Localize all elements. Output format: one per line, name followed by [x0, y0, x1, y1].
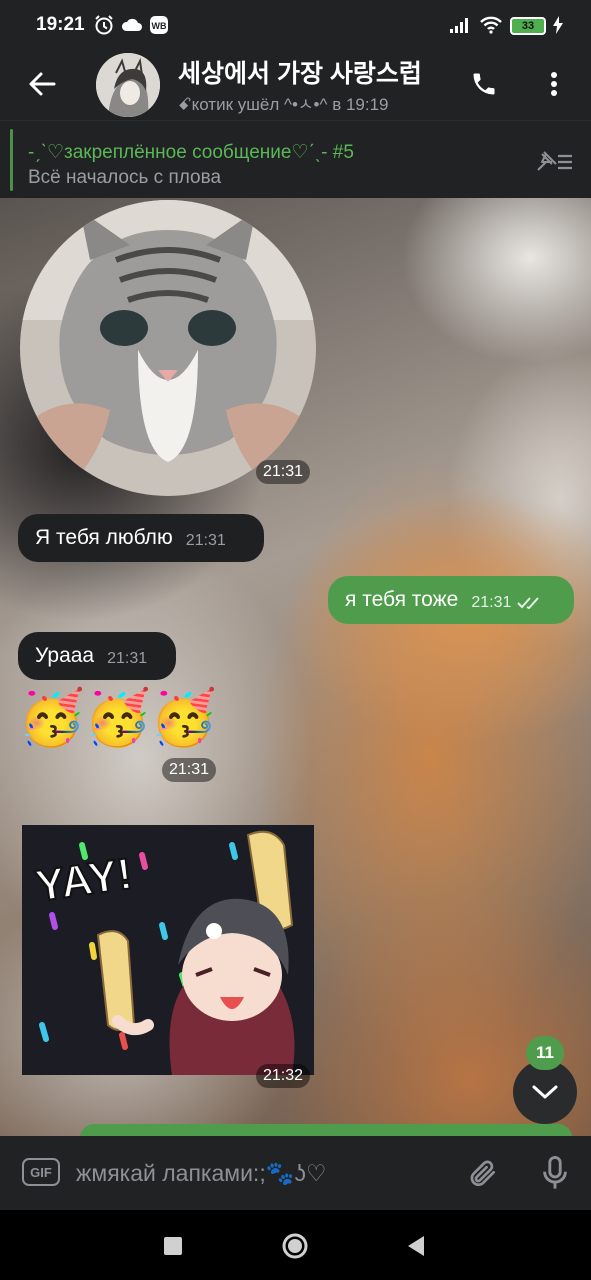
more-vertical-icon — [551, 72, 557, 96]
recents-button[interactable] — [155, 1228, 191, 1264]
signal-icon — [448, 14, 472, 36]
message-text: я тебя тоже — [345, 588, 459, 611]
system-navigation-bar — [0, 1210, 591, 1280]
chat-status: ꗃкотик ушёл ^•ㅅ•^ в 19:19 — [178, 95, 389, 114]
wifi-icon — [478, 14, 504, 36]
phone-icon — [473, 73, 495, 95]
wb-icon: WB — [148, 14, 170, 36]
chat-title[interactable]: 세상에서 가장 사랑스럽 — [178, 54, 448, 90]
emoji-partying-face[interactable]: 🥳 — [18, 688, 85, 748]
video-note-message[interactable] — [20, 200, 316, 496]
pinned-message-bar[interactable]: -ˏˋ♡закреплённое сообщение♡ˊˎ- #5 Всё на… — [0, 120, 591, 198]
outgoing-bubble-partial — [80, 1124, 572, 1136]
alarm-icon — [92, 14, 116, 36]
chat-header: 세상에서 가장 사랑스럽 ꗃкотик ушёл ^•ㅅ•^ в 19:19 — [0, 50, 591, 120]
emoji-partying-face[interactable]: 🥳 — [84, 688, 151, 748]
read-check-icon — [517, 597, 540, 610]
message-bubble-outgoing[interactable]: я тебя тоже 21:31 — [328, 576, 574, 624]
back-button[interactable] — [22, 66, 62, 102]
sticker-message[interactable]: YAY! — [22, 825, 314, 1075]
message-bubble-incoming[interactable]: Я тебя люблю 21:31 — [18, 514, 264, 562]
pinned-indicator — [10, 129, 13, 191]
back-arrow-icon — [29, 72, 56, 96]
chevron-down-icon — [532, 1085, 558, 1099]
cloud-icon — [120, 14, 144, 36]
status-time: 19:21 — [36, 14, 85, 35]
message-time: 21:31 — [162, 758, 217, 782]
emoji-partying-face[interactable]: 🥳 — [150, 688, 217, 748]
avatar-image — [96, 53, 160, 117]
charging-icon — [550, 14, 566, 36]
message-time: 21:31 — [471, 594, 512, 611]
message-time: 21:31 — [256, 460, 311, 484]
sticker-image: YAY! — [22, 825, 314, 1075]
home-button[interactable] — [277, 1228, 313, 1264]
unread-count-badge: 11 — [526, 1036, 564, 1070]
video-note-thumbnail — [20, 200, 316, 496]
message-time: 21:31 — [107, 650, 148, 667]
message-time: 21:32 — [256, 1064, 311, 1088]
unpin-list-icon — [537, 151, 572, 171]
attach-button[interactable] — [462, 1152, 504, 1194]
message-time: 21:31 — [185, 532, 226, 549]
back-nav-button[interactable] — [398, 1228, 434, 1264]
more-menu-button[interactable] — [534, 64, 574, 104]
recents-square-icon — [164, 1237, 182, 1255]
status-bar: 19:21 WB 33 — [0, 0, 591, 50]
unpin-button[interactable] — [532, 145, 576, 177]
message-input-bar: GIF — [0, 1136, 591, 1210]
message-text: Урааа — [35, 644, 95, 667]
back-triangle-icon — [408, 1236, 424, 1256]
avatar[interactable] — [96, 53, 160, 117]
message-bubble-incoming[interactable]: Урааа 21:31 — [18, 632, 176, 680]
battery-icon: 33 — [510, 17, 546, 35]
pinned-text: Всё началось с плова — [28, 167, 222, 188]
message-text: Я тебя люблю — [35, 526, 173, 549]
pinned-title: -ˏˋ♡закреплённое сообщение♡ˊˎ- #5 — [28, 142, 354, 163]
svg-text:WB: WB — [152, 21, 167, 31]
message-input[interactable] — [76, 1156, 456, 1190]
gif-button[interactable]: GIF — [22, 1158, 60, 1186]
attach-icon — [470, 1160, 495, 1187]
microphone-button[interactable] — [534, 1152, 576, 1194]
home-circle-icon — [282, 1233, 308, 1259]
microphone-icon — [543, 1156, 567, 1189]
call-button[interactable] — [464, 64, 504, 104]
chat-messages-area[interactable]: 21:31 Я тебя люблю 21:31 я тебя тоже 21:… — [0, 198, 591, 1136]
